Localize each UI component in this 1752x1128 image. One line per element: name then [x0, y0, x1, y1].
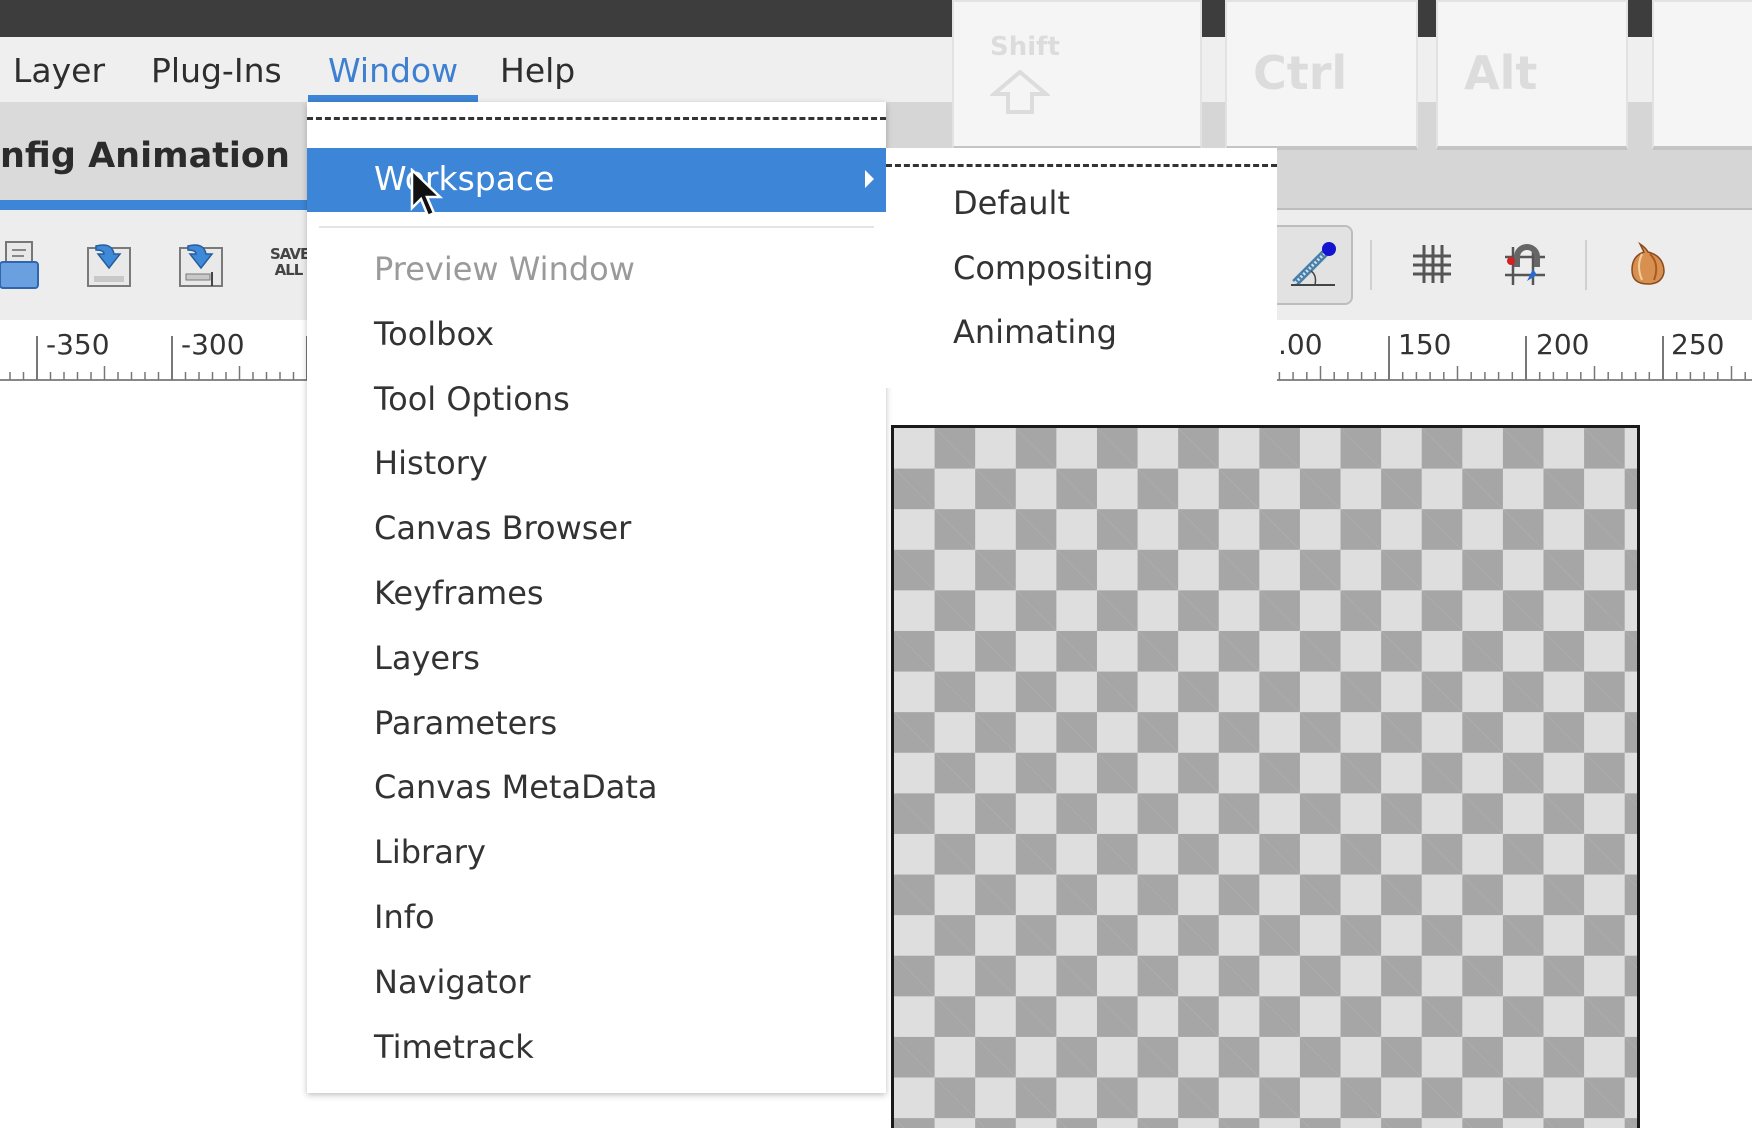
menu-tearoff[interactable]	[307, 117, 886, 120]
window-menu: Workspace Preview Window Toolbox Tool Opti…	[307, 102, 886, 1093]
menu-item-keyframes[interactable]: Keyframes	[374, 574, 544, 612]
menu-plug-ins[interactable]: Plug-Ins	[151, 51, 282, 90]
key-shift: Shift	[952, 0, 1202, 150]
skeleton-tool-button[interactable]	[1277, 225, 1353, 305]
ruler-label: -350	[46, 328, 110, 361]
menu-item-preview-window: Preview Window	[374, 250, 635, 288]
skeleton-tool-icon	[1291, 242, 1336, 286]
submenu-item-compositing[interactable]: Compositing	[953, 249, 1154, 287]
workspace-submenu: Default Compositing Animating	[886, 148, 1277, 388]
active-menu-indicator	[308, 95, 478, 102]
menu-layer[interactable]: Layer	[13, 51, 105, 90]
save-icon[interactable]	[86, 240, 132, 290]
key-shift-label: Shift	[990, 32, 1060, 62]
key-alt-label: Alt	[1464, 46, 1538, 100]
open-file-icon[interactable]	[0, 240, 40, 290]
key-ctrl: Ctrl	[1225, 0, 1418, 150]
menu-item-workspace[interactable]: Workspace	[307, 148, 886, 212]
menu-item-layers[interactable]: Layers	[374, 639, 480, 677]
submenu-arrow-icon	[865, 170, 874, 188]
menu-item-history[interactable]: History	[374, 444, 488, 482]
menu-item-info[interactable]: Info	[374, 898, 435, 936]
menu-item-tool-options[interactable]: Tool Options	[374, 380, 570, 418]
submenu-item-default[interactable]: Default	[953, 184, 1070, 222]
menu-item-toolbox[interactable]: Toolbox	[374, 315, 494, 353]
ruler-label: 150	[1398, 328, 1452, 361]
menu-item-workspace-label: Workspace	[374, 159, 555, 198]
ruler-label: 250	[1671, 328, 1725, 361]
snap-grid-icon[interactable]	[1503, 243, 1547, 287]
menu-divider	[319, 226, 874, 228]
menu-item-canvas-browser[interactable]: Canvas Browser	[374, 509, 631, 547]
menu-item-timetrack[interactable]: Timetrack	[374, 1028, 534, 1066]
ruler-label: 200	[1536, 328, 1590, 361]
menu-window[interactable]: Window	[328, 51, 458, 90]
document-tab-label: nfig Animation	[0, 136, 290, 176]
mouse-cursor-icon	[410, 168, 444, 218]
ruler-label: -300	[181, 328, 245, 361]
save-as-icon[interactable]	[178, 240, 224, 290]
toolbar-separator	[1585, 240, 1587, 290]
save-all-icon[interactable]: SAVE ALL	[270, 246, 307, 278]
submenu-item-animating[interactable]: Animating	[953, 313, 1117, 351]
onion-skin-icon[interactable]	[1626, 240, 1670, 288]
key-ctrl-label: Ctrl	[1253, 46, 1348, 100]
menu-item-library[interactable]: Library	[374, 833, 486, 871]
submenu-tearoff[interactable]	[886, 164, 1277, 167]
canvas-checkerboard[interactable]	[891, 425, 1640, 1128]
shift-arrow-icon	[990, 70, 1050, 114]
key-alt: Alt	[1436, 0, 1628, 150]
menu-help[interactable]: Help	[500, 51, 575, 90]
toolbar-separator	[1370, 240, 1372, 290]
menu-item-navigator[interactable]: Navigator	[374, 963, 531, 1001]
active-tab-indicator	[0, 200, 307, 210]
menu-item-parameters[interactable]: Parameters	[374, 704, 557, 742]
show-grid-icon[interactable]	[1411, 243, 1453, 285]
key-blank	[1652, 0, 1752, 150]
menu-item-canvas-metadata[interactable]: Canvas MetaData	[374, 768, 657, 806]
ruler-label: .00	[1278, 328, 1323, 361]
